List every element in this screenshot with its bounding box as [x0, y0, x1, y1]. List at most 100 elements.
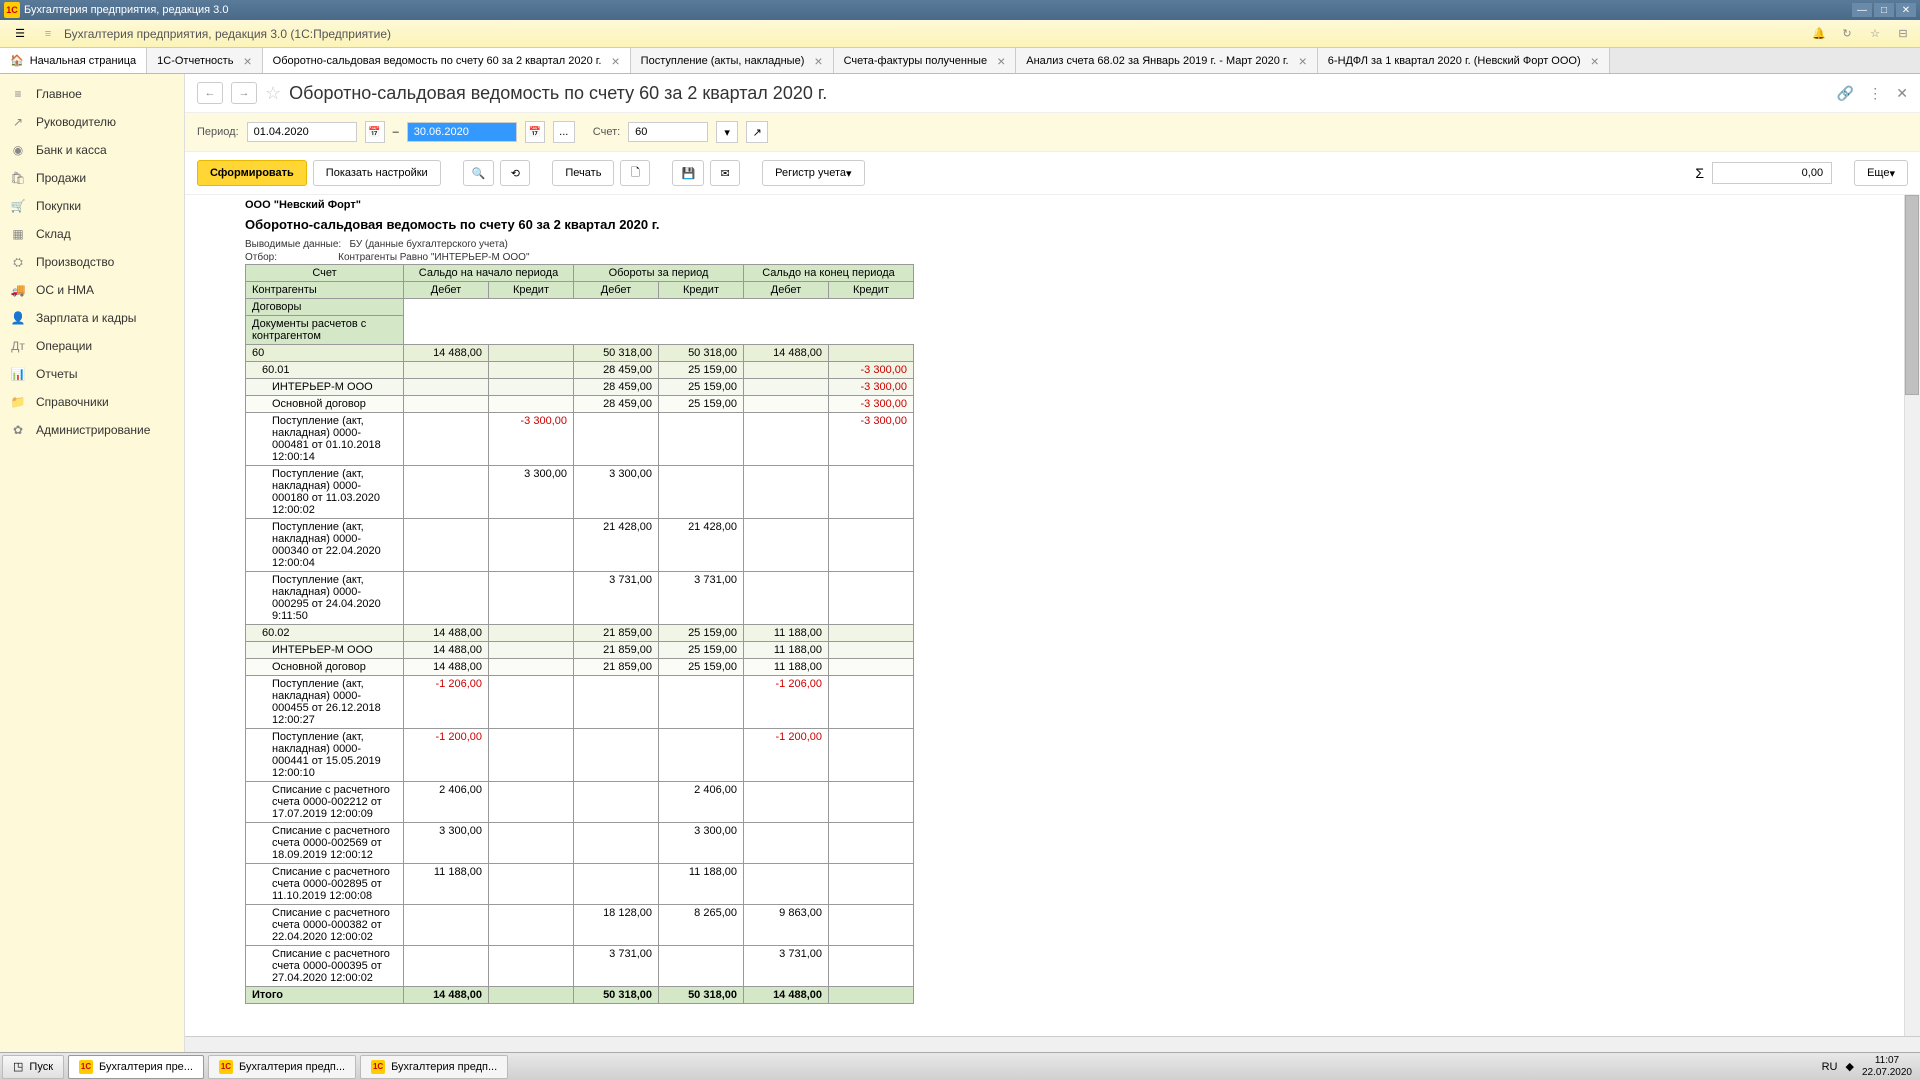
period-choose-button[interactable]: ... — [553, 121, 575, 143]
tab-item[interactable]: Поступление (акты, накладные)× — [631, 48, 834, 73]
taskbar-item[interactable]: 1СБухгалтерия пре... — [68, 1055, 204, 1079]
print-preview-icon[interactable]: 🗋 — [620, 160, 650, 186]
table-row[interactable]: Списание с расчетного счета 0000-002212 … — [246, 782, 914, 823]
close-button[interactable]: ✕ — [1896, 3, 1916, 17]
report-filter: Отбор: Контрагенты Равно "ИНТЕРЬЕР-М ООО… — [245, 251, 914, 264]
table-row[interactable]: Поступление (акт, накладная) 0000-000295… — [246, 572, 914, 625]
sidebar-item[interactable]: ≡Главное — [0, 80, 184, 108]
table-row[interactable]: Поступление (акт, накладная) 0000-000340… — [246, 519, 914, 572]
more-icon[interactable]: ⋮ — [1868, 85, 1882, 102]
dropdown-icon[interactable]: ▾ — [716, 121, 738, 143]
tab-close-icon[interactable]: × — [243, 53, 251, 69]
sidebar-label: Склад — [36, 227, 71, 241]
sidebar-item[interactable]: 👤Зарплата и кадры — [0, 304, 184, 332]
row-name: Списание с расчетного счета 0000-000382 … — [246, 905, 404, 946]
sidebar-item[interactable]: ⛭Производство — [0, 248, 184, 276]
sidebar-item[interactable]: ◉Банк и касса — [0, 136, 184, 164]
minimize-button[interactable]: — — [1852, 3, 1872, 17]
tab-close-icon[interactable]: × — [997, 53, 1005, 69]
back-button[interactable]: ← — [197, 82, 223, 104]
tab-home[interactable]: 🏠 Начальная страница — [0, 48, 147, 73]
table-row[interactable]: Списание с расчетного счета 0000-000395 … — [246, 946, 914, 987]
calendar-icon[interactable]: 📅 — [525, 121, 545, 143]
table-row[interactable]: Основной договор 28 459,00 25 159,00 -3 … — [246, 396, 914, 413]
table-row[interactable]: 60.02 14 488,00 21 859,00 25 159,00 11 1… — [246, 625, 914, 642]
save-icon[interactable]: 💾 — [672, 160, 704, 186]
table-row[interactable]: Поступление (акт, накладная) 0000-000481… — [246, 413, 914, 466]
report-area[interactable]: ООО "Невский Форт" Оборотно-сальдовая ве… — [185, 195, 1920, 1036]
table-row[interactable]: ИНТЕРЬЕР-М ООО 28 459,00 25 159,00 -3 30… — [246, 379, 914, 396]
bell-icon[interactable]: 🔔 — [1810, 25, 1828, 43]
sidebar-item[interactable]: 🛍Продажи — [0, 164, 184, 192]
taskbar-item[interactable]: 1СБухгалтерия предп... — [360, 1055, 508, 1079]
app-icon: 1С — [79, 1060, 93, 1074]
close-page-icon[interactable]: ✕ — [1896, 85, 1908, 102]
history-icon[interactable]: ↻ — [1838, 25, 1856, 43]
open-icon[interactable]: ↗ — [746, 121, 768, 143]
tab-close-icon[interactable]: × — [814, 53, 822, 69]
menu-icon[interactable]: ☰ — [8, 24, 32, 44]
sidebar-item[interactable]: 🚚ОС и НМА — [0, 276, 184, 304]
th-docs: Документы расчетов с контрагентом — [246, 316, 404, 345]
table-row[interactable]: Поступление (акт, накладная) 0000-000180… — [246, 466, 914, 519]
th-turnover: Обороты за период — [574, 265, 744, 282]
date-from-input[interactable]: 01.04.2020 — [247, 122, 357, 142]
tray-icon[interactable]: ◆ — [1845, 1060, 1853, 1073]
register-button[interactable]: Регистр учета ▾ — [762, 160, 864, 186]
table-row[interactable]: Поступление (акт, накладная) 0000-000455… — [246, 676, 914, 729]
sidebar-item[interactable]: 🛒Покупки — [0, 192, 184, 220]
tab-item[interactable]: Анализ счета 68.02 за Январь 2019 г. - М… — [1016, 48, 1318, 73]
table-row[interactable]: 60 14 488,00 50 318,00 50 318,00 14 488,… — [246, 345, 914, 362]
forward-button[interactable]: → — [231, 82, 257, 104]
th-start: Сальдо на начало периода — [404, 265, 574, 282]
print-button[interactable]: Печать — [552, 160, 614, 186]
sidebar-item[interactable]: ↗Руководителю — [0, 108, 184, 136]
favorite-icon[interactable]: ☆ — [265, 83, 281, 104]
tab-close-icon[interactable]: × — [611, 53, 619, 69]
tab-item[interactable]: Оборотно-сальдовая ведомость по счету 60… — [263, 48, 631, 73]
table-row[interactable]: Списание с расчетного счета 0000-002569 … — [246, 823, 914, 864]
clock[interactable]: 11:07 22.07.2020 — [1862, 1055, 1912, 1079]
table-row[interactable]: Поступление (акт, накладная) 0000-000441… — [246, 729, 914, 782]
account-input[interactable]: 60 — [628, 122, 708, 142]
start-button[interactable]: ◳ Пуск — [2, 1055, 64, 1079]
date-to-input[interactable]: 30.06.2020 — [407, 122, 517, 142]
sidebar-icon: ▦ — [10, 226, 26, 242]
star-icon[interactable]: ☆ — [1866, 25, 1884, 43]
horizontal-scrollbar[interactable] — [185, 1036, 1920, 1052]
tab-close-icon[interactable]: × — [1591, 53, 1599, 69]
calendar-icon[interactable]: 📅 — [365, 121, 385, 143]
row-name: Списание с расчетного счета 0000-002212 … — [246, 782, 404, 823]
table-row[interactable]: Списание с расчетного счета 0000-000382 … — [246, 905, 914, 946]
table-row[interactable]: Списание с расчетного счета 0000-002895 … — [246, 864, 914, 905]
report-meta: Выводимые данные: БУ (данные бухгалтерск… — [245, 238, 914, 251]
more-button[interactable]: Еще ▾ — [1854, 160, 1908, 186]
period-label: Период: — [197, 126, 239, 138]
link-icon[interactable]: 🔗 — [1837, 85, 1854, 102]
vertical-scrollbar[interactable] — [1904, 195, 1920, 1036]
language-indicator[interactable]: RU — [1822, 1061, 1838, 1073]
show-settings-button[interactable]: Показать настройки — [313, 160, 441, 186]
generate-button[interactable]: Сформировать — [197, 160, 307, 186]
burger-icon[interactable]: ≡ — [36, 24, 60, 44]
tab-item[interactable]: Счета-фактуры полученные× — [834, 48, 1017, 73]
start-icon: ◳ — [13, 1060, 23, 1073]
tab-item[interactable]: 6-НДФЛ за 1 квартал 2020 г. (Невский Фор… — [1318, 48, 1610, 73]
table-row[interactable]: Основной договор 14 488,00 21 859,00 25 … — [246, 659, 914, 676]
search-icon[interactable]: 🔍 — [463, 160, 495, 186]
sidebar-item[interactable]: 📊Отчеты — [0, 360, 184, 388]
sidebar-item[interactable]: ▦ Склад — [0, 220, 184, 248]
sidebar-item[interactable]: 📁Справочники — [0, 388, 184, 416]
sidebar-label: Руководителю — [36, 115, 116, 129]
sidebar-item[interactable]: ✿Администрирование — [0, 416, 184, 444]
taskbar-item[interactable]: 1СБухгалтерия предп... — [208, 1055, 356, 1079]
email-icon[interactable]: ✉ — [710, 160, 740, 186]
maximize-button[interactable]: □ — [1874, 3, 1894, 17]
sidebar-item[interactable]: ДтОперации — [0, 332, 184, 360]
refresh-icon[interactable]: ⟲ — [500, 160, 530, 186]
tab-item[interactable]: 1С-Отчетность× — [147, 48, 263, 73]
table-row[interactable]: ИНТЕРЬЕР-М ООО 14 488,00 21 859,00 25 15… — [246, 642, 914, 659]
tab-close-icon[interactable]: × — [1299, 53, 1307, 69]
table-row[interactable]: 60.01 28 459,00 25 159,00 -3 300,00 — [246, 362, 914, 379]
settings-icon[interactable]: ⊟ — [1894, 25, 1912, 43]
